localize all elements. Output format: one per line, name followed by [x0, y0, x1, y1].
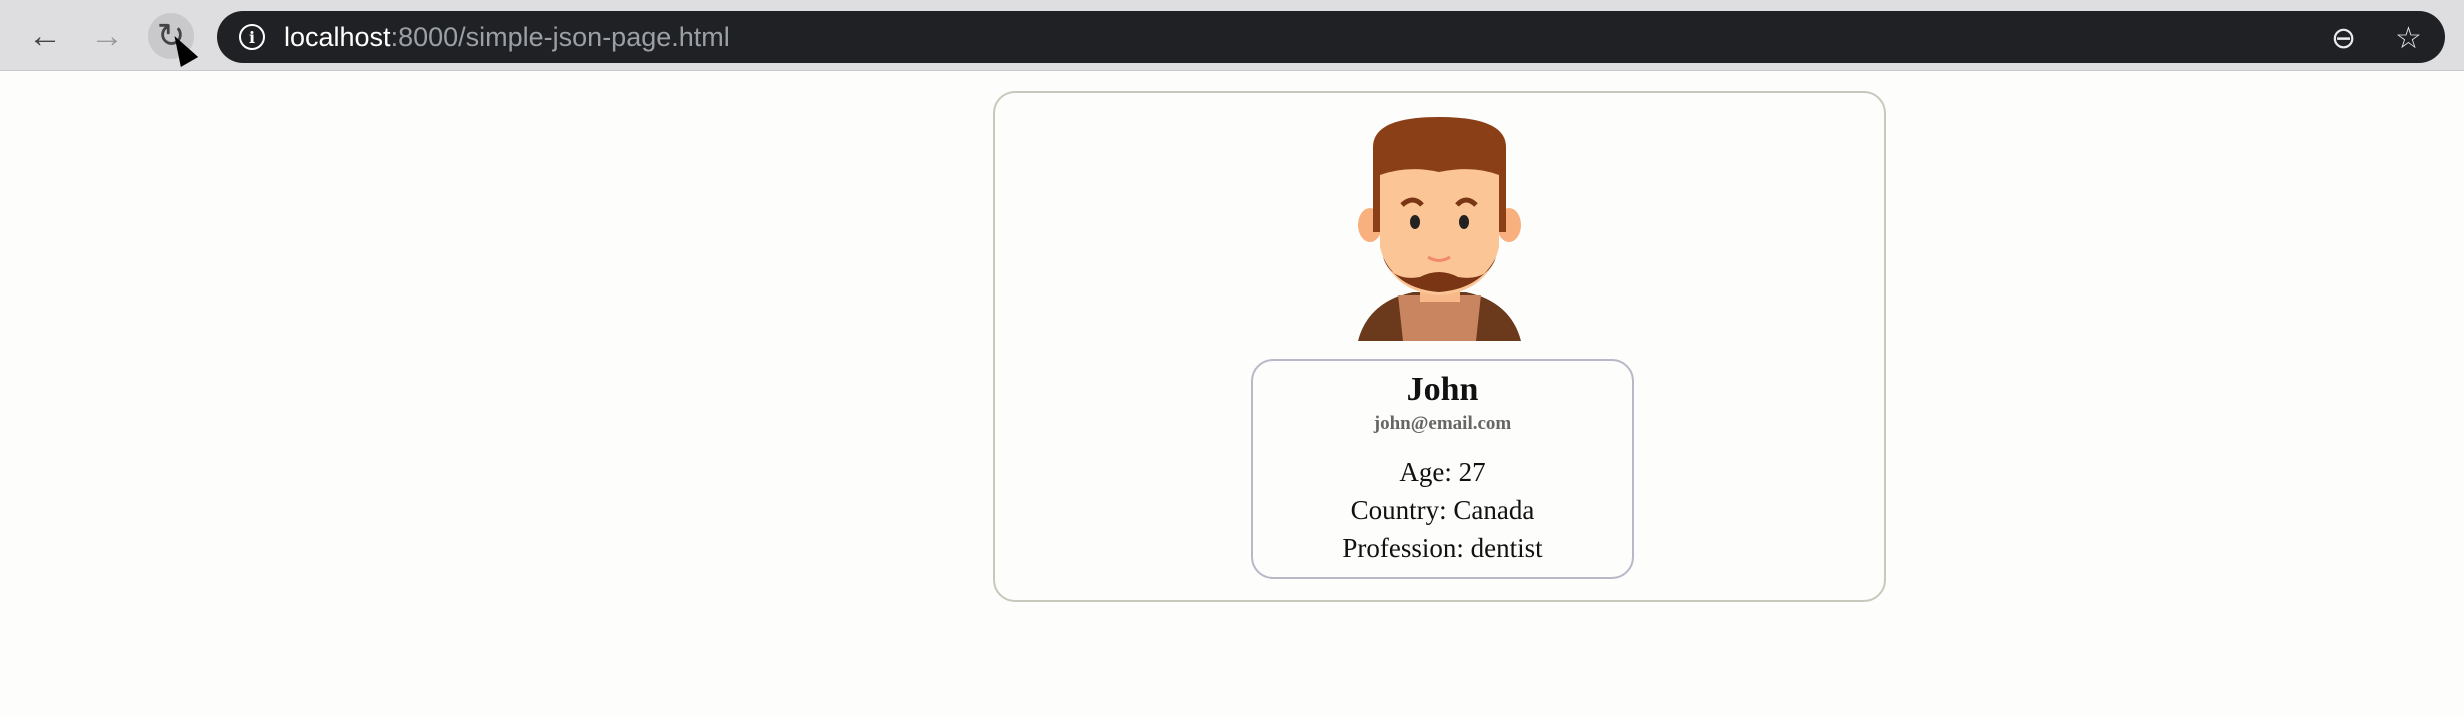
forward-button[interactable]: → — [84, 13, 130, 59]
url-path: :8000/simple-json-page.html — [390, 22, 730, 52]
profile-details: John john@email.com Age: 27 Country: Can… — [1251, 359, 1634, 579]
url-text[interactable]: localhost:8000/simple-json-page.html — [284, 22, 730, 53]
forward-icon: → — [90, 16, 124, 55]
url-host: localhost — [284, 22, 391, 52]
profile-profession: Profession: dentist — [1342, 533, 1543, 563]
zoom-out-icon[interactable]: ⊖ — [2331, 21, 2356, 56]
browser-toolbar: ← → ↻ i localhost:8000/simple-json-page.… — [0, 0, 2464, 71]
profile-country: Country: Canada — [1350, 495, 1535, 525]
profile-name: John — [1406, 371, 1479, 408]
profile-age: Age: 27 — [1399, 457, 1486, 487]
profile-card: John john@email.com Age: 27 Country: Can… — [993, 91, 1886, 602]
avatar — [1358, 117, 1521, 341]
star-icon[interactable]: ☆ — [2395, 21, 2422, 56]
info-icon[interactable]: i — [239, 24, 265, 50]
back-icon: ← — [28, 16, 62, 55]
profile-email: john@email.com — [1373, 413, 1512, 434]
back-button[interactable]: ← — [22, 13, 68, 59]
address-bar[interactable]: i localhost:8000/simple-json-page.html ⊖… — [217, 11, 2445, 63]
